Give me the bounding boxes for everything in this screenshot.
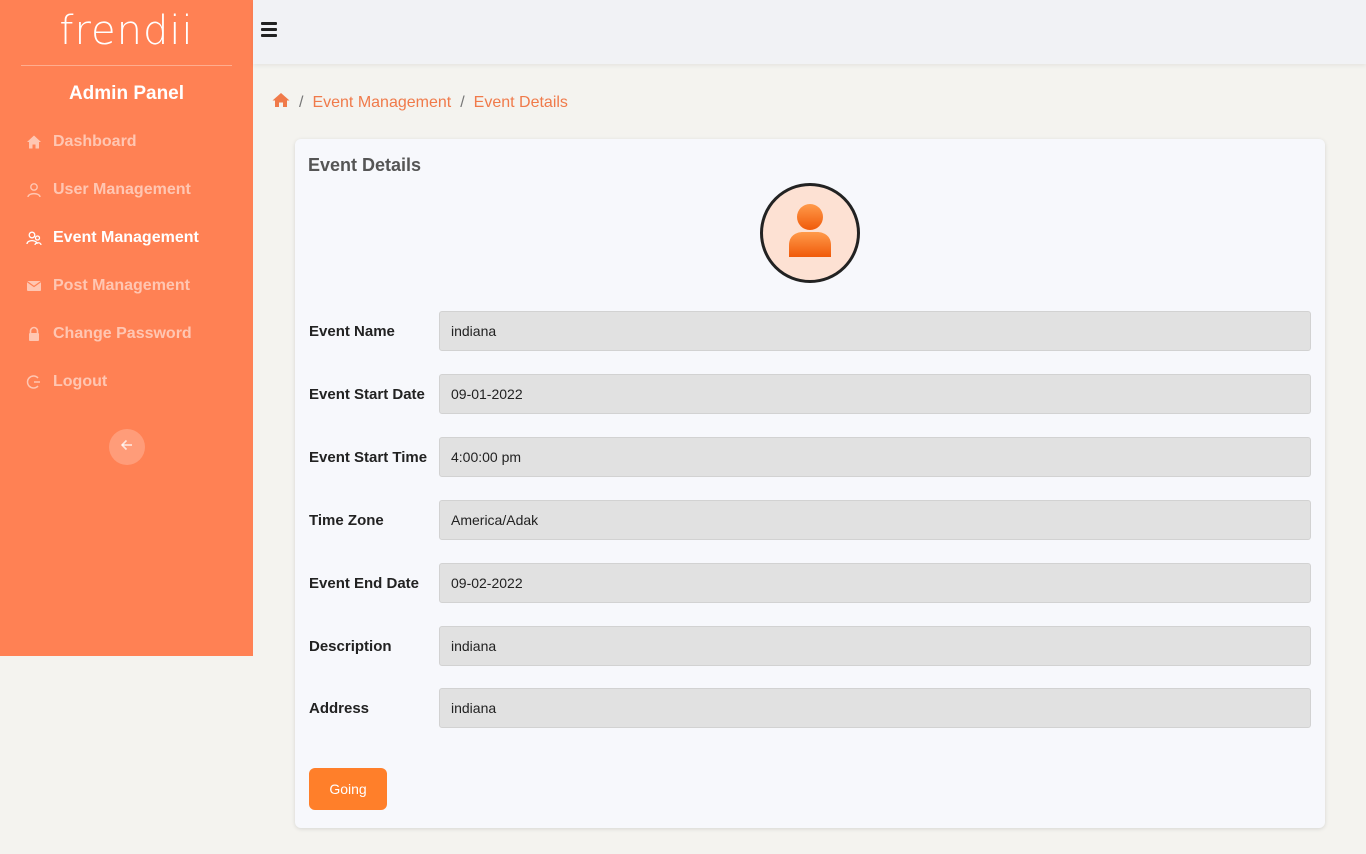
user-icon [26, 182, 42, 198]
field-row-event-end-date: Event End Date 09-02-2022 [309, 563, 1311, 603]
breadcrumb-separator: / [299, 93, 304, 111]
user-avatar-icon [786, 203, 834, 264]
going-button[interactable]: Going [309, 768, 387, 810]
sidebar: frendii Admin Panel Dashboard User Manag… [0, 0, 253, 656]
breadcrumb-separator: / [460, 93, 465, 111]
home-icon[interactable] [272, 92, 290, 113]
breadcrumb-event-management[interactable]: Event Management [312, 94, 451, 112]
field-row-time-zone: Time Zone America/Adak [309, 500, 1311, 540]
field-label: Address [309, 699, 370, 717]
sidebar-item-label: Event Management [53, 229, 199, 246]
field-label: Event End Date [309, 574, 420, 592]
users-icon [26, 230, 42, 246]
event-name-field[interactable]: indiana [439, 311, 1311, 351]
field-label: Event Name [309, 322, 395, 340]
home-icon [26, 134, 42, 150]
sidebar-nav: Dashboard User Management Event Manageme… [0, 118, 253, 406]
arrow-left-icon [120, 438, 134, 457]
hamburger-icon[interactable] [261, 22, 277, 38]
sidebar-item-change-password[interactable]: Change Password [0, 310, 253, 358]
sidebar-item-logout[interactable]: Logout [0, 358, 253, 406]
sidebar-item-label: Change Password [53, 325, 192, 342]
event-start-time-field[interactable]: 4:00:00 pm [439, 437, 1311, 477]
envelope-icon [26, 278, 42, 294]
time-zone-field[interactable]: America/Adak [439, 500, 1311, 540]
sidebar-item-post-management[interactable]: Post Management [0, 262, 253, 310]
sidebar-item-label: User Management [53, 181, 191, 198]
breadcrumb-event-details[interactable]: Event Details [474, 94, 568, 112]
collapse-sidebar-button[interactable] [109, 429, 145, 465]
sidebar-item-event-management[interactable]: Event Management [0, 214, 253, 262]
sidebar-item-label: Post Management [53, 277, 190, 294]
address-field[interactable]: indiana [439, 688, 1311, 728]
lock-icon [26, 326, 42, 342]
sidebar-item-user-management[interactable]: User Management [0, 166, 253, 214]
field-label: Event Start Time [309, 448, 428, 466]
event-end-date-field[interactable]: 09-02-2022 [439, 563, 1311, 603]
field-label: Event Start Date [309, 385, 425, 403]
breadcrumb: / Event Management / Event Details [272, 92, 568, 113]
event-avatar [760, 183, 860, 283]
field-row-event-name: Event Name indiana [309, 311, 1311, 351]
panel-title: Admin Panel [68, 83, 185, 104]
logout-icon [26, 374, 42, 390]
field-row-description: Description indiana [309, 626, 1311, 666]
event-start-date-field[interactable]: 09-01-2022 [439, 374, 1311, 414]
field-row-address: Address indiana [309, 688, 1311, 728]
sidebar-item-label: Logout [53, 373, 108, 390]
card-title: Event Details [308, 155, 422, 175]
field-label: Time Zone [309, 511, 384, 529]
topbar [253, 0, 1366, 64]
field-label: Description [309, 637, 392, 655]
event-details-card: Event Details Event Name indiana Event S… [295, 139, 1325, 828]
brand-logo[interactable]: frendii [21, 0, 232, 66]
field-row-event-start-time: Event Start Time 4:00:00 pm [309, 437, 1311, 477]
field-row-event-start-date: Event Start Date 09-01-2022 [309, 374, 1311, 414]
description-field[interactable]: indiana [439, 626, 1311, 666]
sidebar-item-dashboard[interactable]: Dashboard [0, 118, 253, 166]
sidebar-item-label: Dashboard [53, 133, 137, 150]
